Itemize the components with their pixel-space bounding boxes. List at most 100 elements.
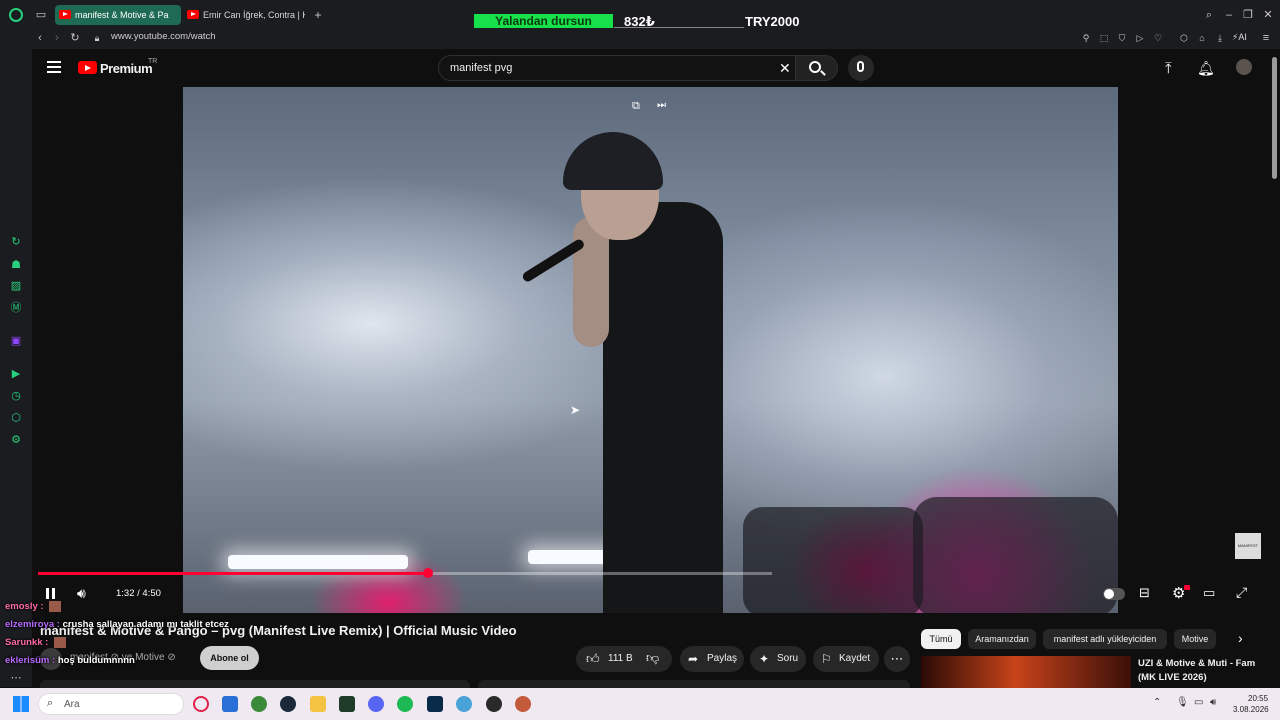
donation-goal: TRY2000 xyxy=(745,14,800,29)
channel-watermark[interactable]: MANIFEST xyxy=(1235,533,1261,559)
hamburger-menu-icon[interactable] xyxy=(47,61,61,73)
twitch-icon[interactable]: ▣ xyxy=(9,334,23,348)
tray-volume-icon[interactable]: 🔊︎ xyxy=(1210,697,1216,708)
search-box[interactable]: manifest pvg ✕ xyxy=(438,55,796,81)
windows-start-icon[interactable] xyxy=(13,696,29,712)
clear-search-icon[interactable]: ✕ xyxy=(779,60,791,77)
file-explorer-icon[interactable] xyxy=(310,696,326,712)
wallet-icon[interactable]: ⌂ xyxy=(1196,32,1208,44)
more-actions-button[interactable]: ⋯ xyxy=(884,646,910,672)
search-tabs-icon[interactable]: ⌕ xyxy=(1203,9,1215,21)
video-player[interactable]: ⧉ ⏭ xyxy=(183,87,1118,613)
aria-icon[interactable]: ☗ xyxy=(9,258,23,272)
chip-from-search[interactable]: Aramanızdan xyxy=(968,629,1036,649)
tab-youtube-active[interactable]: manifest & Motive & Pa xyxy=(55,5,181,25)
comments-box[interactable] xyxy=(478,680,910,688)
extensions-sidebar-icon[interactable]: ⬡ xyxy=(9,411,23,425)
related-thumbnail[interactable] xyxy=(921,656,1131,688)
chip-from-uploader[interactable]: manifest adlı yükleyiciden xyxy=(1043,629,1167,649)
browser-icon[interactable] xyxy=(251,696,267,712)
page-scrollbar[interactable] xyxy=(1270,49,1280,687)
performer-cap xyxy=(563,132,663,190)
share-button[interactable]: ➦ Paylaş xyxy=(680,646,744,672)
new-tab-button[interactable]: + xyxy=(312,9,324,21)
pause-button[interactable] xyxy=(44,587,58,601)
search-input[interactable]: manifest pvg xyxy=(450,62,512,74)
autoplay-toggle[interactable] xyxy=(1103,588,1125,600)
subtitles-icon[interactable]: ⊟ xyxy=(1139,585,1150,601)
tray-chevron-icon[interactable]: ⌃ xyxy=(1153,697,1161,708)
play-icon[interactable]: ▷ xyxy=(1134,32,1146,44)
back-icon[interactable]: ‹ xyxy=(34,32,46,44)
close-window-icon[interactable]: ✕ xyxy=(1262,9,1274,21)
extensions-icon[interactable]: ⬡ xyxy=(1178,32,1190,44)
account-avatar[interactable] xyxy=(1236,59,1252,75)
more-icon[interactable]: ⋯ xyxy=(9,671,23,685)
clock-time[interactable]: 20:55 xyxy=(1248,694,1268,703)
related-title-line1[interactable]: UZI & Motive & Muti - Fam xyxy=(1138,658,1255,669)
obs-icon[interactable] xyxy=(486,696,502,712)
theater-mode-icon[interactable]: ▭ xyxy=(1203,585,1215,601)
dislike-icon[interactable]: 👎︎ xyxy=(646,650,659,666)
taskbar-search-box[interactable]: ⌕ Ara xyxy=(38,693,184,715)
photoshop-icon[interactable] xyxy=(427,696,443,712)
next-video-icon[interactable]: ⏭ xyxy=(657,100,666,111)
clock-date[interactable]: 3.08.2026 xyxy=(1233,705,1269,714)
upload-icon[interactable]: ⤒ xyxy=(1165,60,1172,77)
fullscreen-icon[interactable]: ⤢ xyxy=(1236,584,1247,601)
messenger-icon[interactable]: Ⓜ xyxy=(9,301,23,315)
tray-network-icon[interactable]: ▭ xyxy=(1194,697,1203,708)
avatar-app-icon[interactable] xyxy=(515,696,531,712)
opera-logo-icon[interactable] xyxy=(9,8,23,22)
download-icon[interactable]: ⤓ xyxy=(1214,32,1226,44)
snapshot-icon[interactable]: ⬚ xyxy=(1098,32,1110,44)
miniplayer-icon[interactable]: ⧉ xyxy=(632,100,640,113)
volume-icon[interactable]: 🔊︎ xyxy=(77,585,86,602)
store-icon[interactable] xyxy=(222,696,238,712)
discord-icon[interactable] xyxy=(368,696,384,712)
like-count: 111 B xyxy=(608,653,633,664)
tab-youtube-second[interactable]: Emir Can İğrek, Contra | Ko xyxy=(183,5,305,25)
opera-taskbar-icon[interactable] xyxy=(193,696,209,712)
search-button[interactable] xyxy=(796,55,838,81)
terminal-icon[interactable] xyxy=(339,696,355,712)
pin-icon[interactable]: ⚲ xyxy=(1080,32,1092,44)
ask-button[interactable]: ✦ Soru xyxy=(750,646,806,672)
progress-bar[interactable] xyxy=(38,568,772,578)
settings-icon[interactable]: ⚙ xyxy=(9,433,23,447)
browser-address-bar: ‹ › ↻ 🔒︎ www.youtube.com/watch ⚲ ⬚ ⛉ ▷ ♡… xyxy=(0,29,1280,49)
crypto-icon[interactable]: ▨ xyxy=(9,279,23,293)
chip-all[interactable]: Tümü xyxy=(921,629,961,649)
spotify-icon[interactable] xyxy=(397,696,413,712)
description-box[interactable] xyxy=(40,680,470,688)
url-field[interactable]: www.youtube.com/watch xyxy=(111,31,216,42)
chat-user: emosly : xyxy=(5,601,44,613)
reload-icon[interactable]: ↻ xyxy=(69,32,81,44)
microphone-icon xyxy=(857,61,864,72)
related-title-line2[interactable]: (MK LIVE 2026) xyxy=(1138,672,1207,683)
player-icon[interactable]: ▶ xyxy=(9,367,23,381)
sync-icon[interactable]: ↻ xyxy=(9,235,23,249)
scrollbar-thumb[interactable] xyxy=(1272,57,1277,179)
notifications-bell-icon[interactable]: 🔔︎ xyxy=(1197,60,1215,77)
save-button[interactable]: ⚐ Kaydet xyxy=(813,646,879,672)
tray-mic-icon[interactable]: 🎙︎ xyxy=(1176,697,1189,708)
hd-badge xyxy=(1184,585,1190,590)
youtube-premium-label[interactable]: Premium xyxy=(100,61,153,76)
forward-icon[interactable]: › xyxy=(51,32,63,44)
history-icon[interactable]: ◷ xyxy=(9,389,23,403)
maximize-icon[interactable]: ❐ xyxy=(1242,9,1254,21)
voice-search-button[interactable] xyxy=(848,55,874,81)
heart-icon[interactable]: ♡ xyxy=(1152,32,1164,44)
menu-icon[interactable]: ≡ xyxy=(1260,32,1272,44)
tab-grid-icon[interactable]: ▭ xyxy=(35,9,47,21)
ai-button[interactable]: ⚡AI xyxy=(1232,32,1247,43)
youtube-logo-icon[interactable] xyxy=(78,61,97,74)
steam-icon[interactable] xyxy=(280,696,296,712)
shield-icon[interactable]: ⛉ xyxy=(1116,32,1128,44)
subscribe-button[interactable]: Abone ol xyxy=(200,646,259,670)
settings-taskbar-icon[interactable] xyxy=(456,696,472,712)
chip-motive[interactable]: Motive xyxy=(1174,629,1216,649)
chevron-right-icon[interactable]: › xyxy=(1238,630,1243,646)
minimize-icon[interactable]: – xyxy=(1223,9,1235,21)
